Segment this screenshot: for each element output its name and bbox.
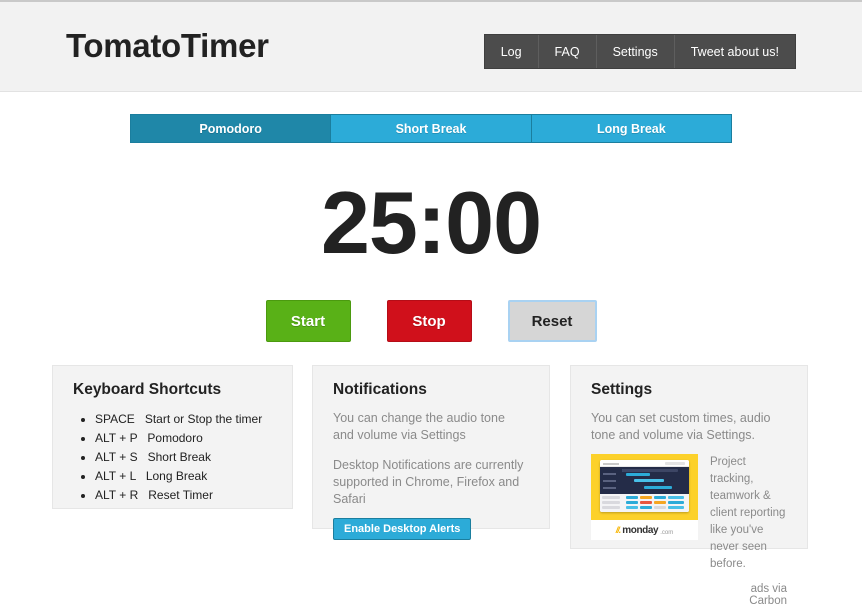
nav-button-log[interactable]: Log bbox=[484, 35, 539, 68]
shortcut-description: Pomodoro bbox=[147, 431, 203, 445]
carbon-ad[interactable]: //. monday .com Project tracking, teamwo… bbox=[591, 454, 787, 607]
keyboard-shortcuts-panel: Keyboard Shortcuts SPACE Start or Stop t… bbox=[52, 365, 293, 509]
shortcut-key: ALT + P bbox=[95, 431, 138, 445]
timer-display: 25:00 bbox=[320, 173, 542, 272]
settings-title: Settings bbox=[591, 381, 653, 398]
shortcut-key: ALT + L bbox=[95, 469, 136, 483]
reset-button[interactable]: Reset bbox=[507, 300, 597, 342]
shortcut-key: ALT + S bbox=[95, 450, 138, 464]
notifications-paragraph-2: Desktop Notifications are currently supp… bbox=[333, 458, 524, 506]
ad-description[interactable]: Project tracking, teamwork & client repo… bbox=[710, 454, 787, 573]
monday-logo-tld: .com bbox=[660, 530, 674, 536]
shortcut-description: Long Break bbox=[145, 469, 208, 483]
mode-tabs: Pomodoro Short Break Long Break bbox=[130, 114, 732, 143]
monday-logo[interactable]: //. monday .com bbox=[591, 520, 698, 540]
page-header: TomatoTimer Log FAQ Settings Tweet about… bbox=[0, 2, 862, 92]
monday-logo-text: monday bbox=[622, 524, 659, 536]
header-nav: Log FAQ Settings Tweet about us! bbox=[483, 34, 796, 69]
start-button[interactable]: Start bbox=[265, 300, 351, 342]
list-item: ALT + R Reset Timer bbox=[95, 486, 272, 505]
ad-thumbnail-image[interactable] bbox=[591, 454, 698, 520]
ad-image-wrap[interactable]: //. monday .com bbox=[591, 454, 698, 607]
shortcut-key: SPACE bbox=[95, 412, 135, 426]
notifications-paragraph-1: You can change the audio tone and volume… bbox=[333, 411, 505, 442]
tab-long-break[interactable]: Long Break bbox=[531, 115, 731, 142]
ad-mock-gantt bbox=[600, 467, 689, 494]
shortcut-description: Short Break bbox=[147, 450, 211, 464]
enable-desktop-alerts-button[interactable]: Enable Desktop Alerts bbox=[333, 518, 472, 540]
page-title: TomatoTimer bbox=[66, 27, 269, 64]
nav-button-settings[interactable]: Settings bbox=[596, 35, 675, 68]
ad-screenshot-mock bbox=[600, 460, 689, 512]
nav-button-faq[interactable]: FAQ bbox=[538, 35, 597, 68]
nav-button-tweet[interactable]: Tweet about us! bbox=[674, 35, 795, 68]
stop-button[interactable]: Stop bbox=[386, 300, 472, 342]
monday-logo-mark: //. bbox=[615, 525, 621, 535]
notifications-panel: Notifications You can change the audio t… bbox=[312, 365, 550, 540]
ad-mock-toolbar bbox=[600, 460, 689, 467]
shortcut-description: Start or Stop the timer bbox=[144, 412, 263, 426]
notifications-title: Notifications bbox=[333, 381, 427, 398]
ad-mock-table bbox=[600, 494, 689, 512]
list-item: SPACE Start or Stop the timer bbox=[95, 410, 272, 429]
tab-pomodoro[interactable]: Pomodoro bbox=[131, 115, 332, 142]
shortcut-description: Reset Timer bbox=[148, 488, 213, 502]
ad-body: Project tracking, teamwork & client repo… bbox=[710, 454, 787, 607]
tab-short-break[interactable]: Short Break bbox=[331, 115, 532, 142]
list-item: ALT + P Pomodoro bbox=[95, 429, 272, 448]
ad-attribution[interactable]: ads via Carbon bbox=[710, 583, 787, 607]
keyboard-shortcuts-list: SPACE Start or Stop the timer ALT + P Po… bbox=[73, 410, 272, 505]
timer-controls: Start Stop Reset bbox=[0, 300, 862, 342]
list-item: ALT + S Short Break bbox=[95, 448, 272, 467]
shortcut-key: ALT + R bbox=[95, 488, 139, 502]
settings-panel: Settings You can set custom times, audio… bbox=[570, 365, 808, 607]
settings-paragraph-1: You can set custom times, audio tone and… bbox=[591, 411, 771, 442]
keyboard-shortcuts-title: Keyboard Shortcuts bbox=[73, 381, 222, 398]
list-item: ALT + L Long Break bbox=[95, 467, 272, 486]
